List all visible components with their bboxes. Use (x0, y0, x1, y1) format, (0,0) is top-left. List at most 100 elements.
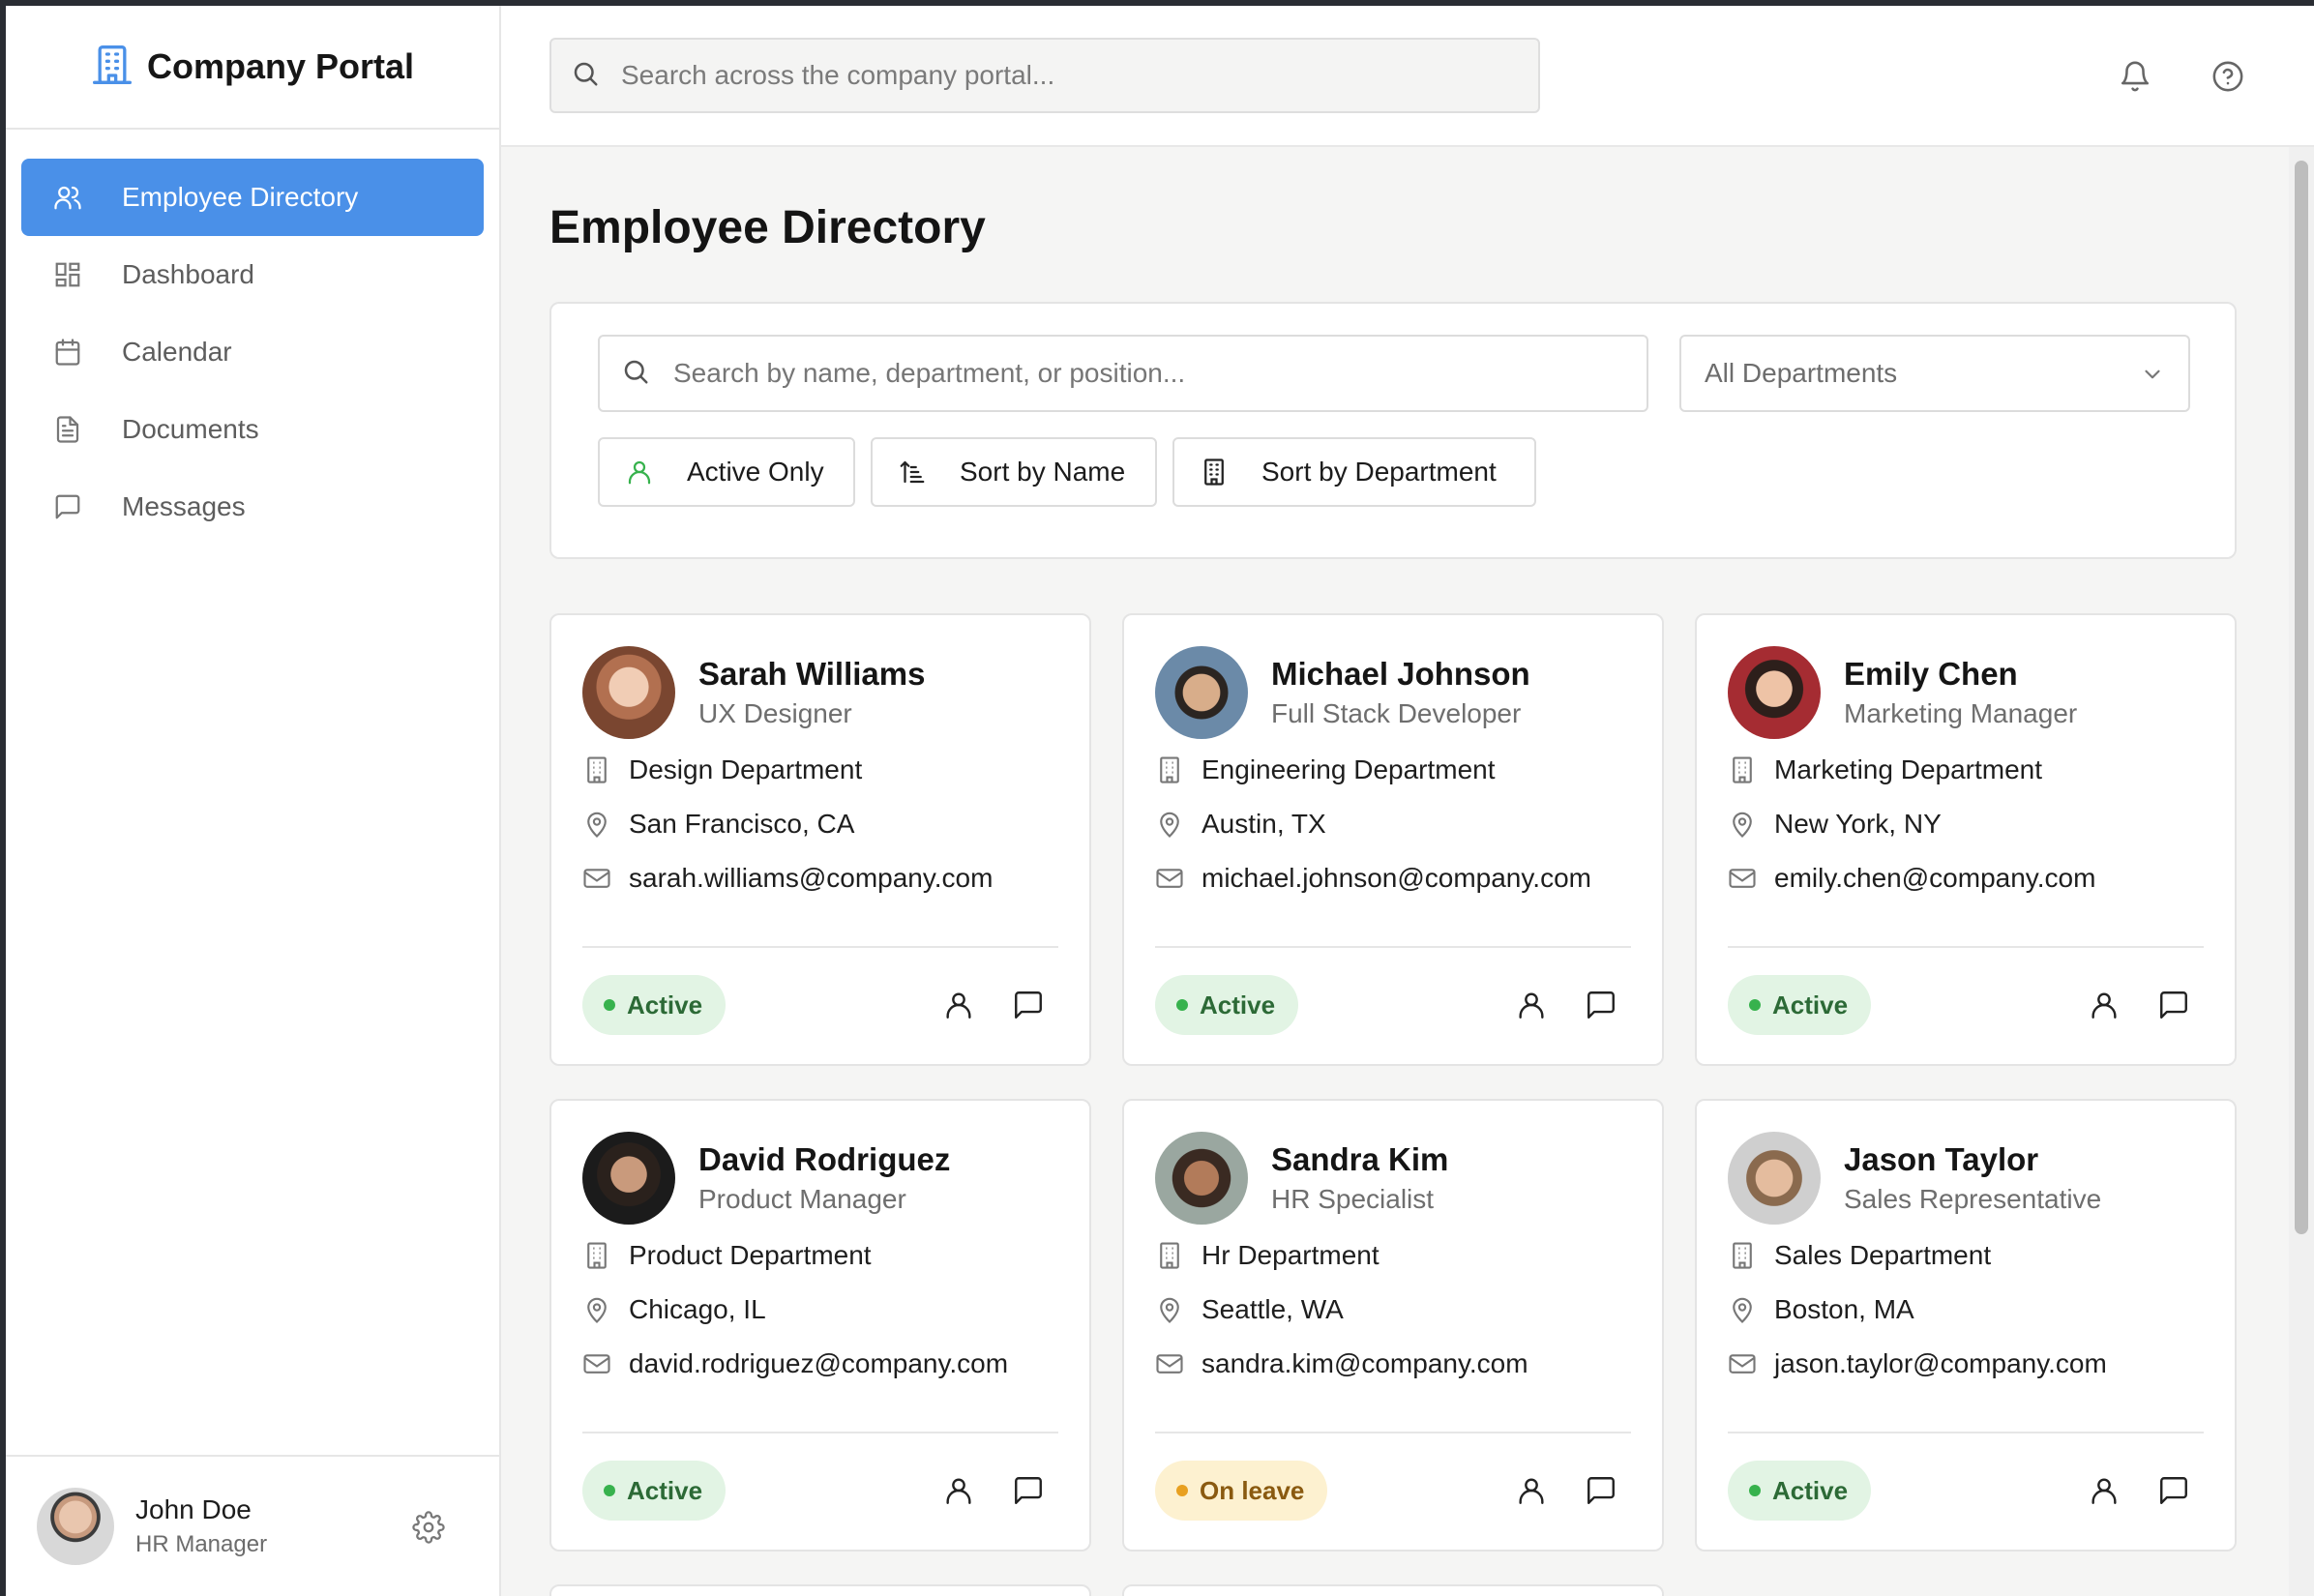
sidebar-item-employee-directory[interactable]: Employee Directory (21, 159, 484, 236)
email-text: sarah.williams@company.com (629, 863, 994, 893)
email-text: emily.chen@company.com (1774, 863, 2096, 893)
employee-position: Product Manager (698, 1184, 906, 1214)
profile-icon[interactable] (2088, 1474, 2121, 1507)
building-icon (1728, 755, 1757, 784)
avatar (582, 1132, 675, 1225)
employee-email[interactable]: michael.johnson@company.com (1155, 859, 1591, 898)
profile-icon[interactable] (942, 1474, 975, 1507)
sort-icon (898, 458, 927, 487)
main-content: Employee Directory All Departments Activ… (501, 147, 2314, 1596)
employee-email[interactable]: david.rodriguez@company.com (582, 1345, 1008, 1383)
document-icon (52, 414, 83, 445)
profile-icon[interactable] (942, 989, 975, 1021)
employee-card: Jason Taylor Sales Representative Sales … (1695, 1099, 2237, 1552)
user-name: John Doe (135, 1494, 252, 1524)
message-icon[interactable] (1012, 1474, 1045, 1507)
scrollbar[interactable] (2289, 147, 2314, 1596)
employee-location: New York, NY (1728, 805, 1942, 843)
employee-name: Sandra Kim (1271, 1141, 1449, 1177)
department-select[interactable]: All Departments (1679, 335, 2190, 412)
employee-card: David Rodriguez Product Manager Product … (549, 1099, 1091, 1552)
divider (1155, 946, 1631, 948)
sidebar-item-label: Calendar (122, 337, 232, 367)
status-text: Active (627, 990, 703, 1020)
divider (1155, 1432, 1631, 1433)
sidebar-item-label: Messages (122, 491, 246, 521)
app-window: Company Portal Employee Directory Dashbo… (6, 6, 2314, 1596)
department-text: Product Department (629, 1240, 872, 1270)
employee-email[interactable]: sarah.williams@company.com (582, 859, 993, 898)
status-text: Active (1772, 990, 1849, 1020)
department-text: Hr Department (1202, 1240, 1380, 1270)
employee-email[interactable]: emily.chen@company.com (1728, 859, 2095, 898)
employee-department: Sales Department (1728, 1236, 1991, 1275)
profile-icon[interactable] (1515, 989, 1548, 1021)
employee-email[interactable]: sandra.kim@company.com (1155, 1345, 1528, 1383)
location-text: Boston, MA (1774, 1294, 1914, 1324)
sidebar-item-messages[interactable]: Messages (21, 468, 484, 546)
chevron-down-icon (2140, 362, 2165, 387)
search-icon (571, 59, 600, 93)
brand: Company Portal (6, 6, 499, 130)
filter-panel: All Departments Active Only Sort by Name (549, 302, 2237, 559)
location-text: Austin, TX (1202, 809, 1326, 839)
calendar-icon (52, 337, 83, 368)
employee-department: Product Department (582, 1236, 872, 1275)
employee-position: Marketing Manager (1844, 698, 2078, 728)
button-label: Sort by Department (1261, 457, 1497, 487)
department-text: Engineering Department (1202, 754, 1496, 784)
profile-icon[interactable] (2088, 989, 2121, 1021)
message-icon[interactable] (2157, 989, 2190, 1021)
directory-search[interactable] (598, 335, 1648, 412)
sidebar-item-dashboard[interactable]: Dashboard (21, 236, 484, 313)
employee-name: Michael Johnson (1271, 656, 1530, 692)
sidebar: Company Portal Employee Directory Dashbo… (6, 6, 501, 1596)
sidebar-item-documents[interactable]: Documents (21, 391, 484, 468)
scrollbar-thumb[interactable] (2295, 161, 2308, 1234)
department-select-value: All Departments (1705, 358, 1898, 388)
directory-search-input[interactable] (673, 358, 1641, 389)
employee-card-partial (1122, 1584, 1664, 1596)
grid-icon (52, 259, 83, 290)
sidebar-nav: Employee Directory Dashboard Calendar Do… (6, 130, 499, 546)
message-icon[interactable] (1585, 989, 1617, 1021)
location-text: San Francisco, CA (629, 809, 855, 839)
sort-by-department-button[interactable]: Sort by Department (1172, 437, 1536, 507)
status-text: Active (1200, 990, 1276, 1020)
topbar (501, 6, 2314, 147)
email-text: michael.johnson@company.com (1202, 863, 1591, 893)
building-icon (582, 1241, 611, 1270)
help-icon[interactable] (2211, 60, 2246, 95)
gear-icon[interactable] (412, 1511, 445, 1544)
status-badge: Active (582, 975, 727, 1035)
global-search[interactable] (549, 38, 1540, 113)
message-icon[interactable] (2157, 1474, 2190, 1507)
divider (582, 946, 1058, 948)
message-icon[interactable] (1012, 989, 1045, 1021)
department-text: Marketing Department (1774, 754, 2043, 784)
employee-name: Emily Chen (1844, 656, 2018, 692)
message-icon[interactable] (1585, 1474, 1617, 1507)
bell-icon[interactable] (2119, 60, 2153, 95)
location-pin-icon (1155, 810, 1184, 839)
employee-position: Sales Representative (1844, 1184, 2102, 1214)
employee-email[interactable]: jason.taylor@company.com (1728, 1345, 2107, 1383)
profile-icon[interactable] (1515, 1474, 1548, 1507)
sort-by-name-button[interactable]: Sort by Name (871, 437, 1157, 507)
message-icon (52, 491, 83, 522)
mail-icon (1728, 864, 1757, 893)
location-text: New York, NY (1774, 809, 1942, 839)
status-badge: Active (1728, 1461, 1872, 1521)
status-badge: On leave (1155, 1461, 1328, 1521)
status-text: Active (1772, 1475, 1849, 1505)
email-text: david.rodriguez@company.com (629, 1348, 1009, 1378)
mail-icon (582, 1349, 611, 1378)
sidebar-item-calendar[interactable]: Calendar (21, 313, 484, 391)
location-pin-icon (1155, 1295, 1184, 1324)
avatar (1728, 646, 1821, 739)
status-text: Active (627, 1475, 703, 1505)
employee-card: Michael Johnson Full Stack Developer Eng… (1122, 613, 1664, 1066)
active-only-button[interactable]: Active Only (598, 437, 855, 507)
email-text: sandra.kim@company.com (1202, 1348, 1528, 1378)
global-search-input[interactable] (621, 60, 1492, 91)
